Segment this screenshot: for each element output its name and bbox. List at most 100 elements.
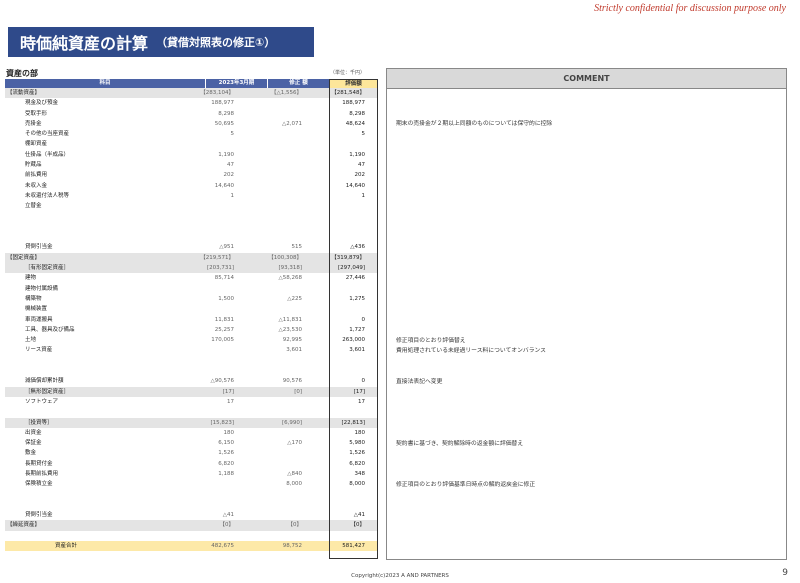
- value-2023: 482,675: [211, 543, 234, 550]
- table-row: ［有形固定資産］ [203,731] [93,318] [297,049]: [5, 263, 377, 274]
- valuation: 0: [361, 316, 366, 323]
- valuation: 0: [361, 378, 366, 385]
- table-row: 貸倒引当金 △41 △41: [5, 510, 377, 520]
- value-2023: 1,526: [218, 450, 234, 457]
- adjustment: △2,071: [282, 120, 302, 127]
- row-label: 保証金: [25, 440, 42, 447]
- value-2023: 1,188: [218, 470, 234, 477]
- table-row: 減価償却累計額 △90,576 90,576 0: [5, 376, 377, 386]
- value-2023: 1,190: [218, 151, 234, 158]
- table-row: 資産合計 482,675 98,752 581,427: [5, 541, 377, 552]
- valuation: 581,427: [342, 543, 365, 550]
- adjustment: △840: [287, 470, 302, 477]
- adjustment: [93,318]: [278, 265, 302, 272]
- table-row: 車両運搬具 11,831 △11,831 0: [5, 315, 377, 325]
- comment-text: 修正項目のとおり評価基準日時点の解約返戻金に修正: [396, 481, 536, 488]
- value-2023: 85,714: [214, 275, 234, 282]
- table-row: 貸倒引当金 △951 515 △436: [5, 242, 377, 252]
- comment-text: 直接法表記へ変更: [396, 378, 443, 385]
- adjustment: 3,601: [286, 347, 302, 354]
- table-row: [5, 232, 377, 242]
- table-row: 【流動資産】 【283,104】 【△1,556】 【281,548】: [5, 88, 377, 99]
- table-row: [5, 407, 377, 417]
- adjustment: [6,990]: [281, 419, 302, 426]
- row-label: 敷金: [25, 450, 37, 457]
- table-header: 科目 2023年3月期 修正 額 評価額: [5, 79, 378, 88]
- value-2023: 【283,104】: [200, 90, 234, 96]
- valuation: 【319,879】: [331, 254, 365, 261]
- value-2023: 6,150: [218, 440, 234, 447]
- adjustment: 【100,308】: [268, 254, 302, 261]
- value-2023: 5: [230, 131, 235, 138]
- row-label: 貯蔵品: [25, 162, 42, 169]
- table-row: その他の当座資産 5 5: [5, 129, 377, 139]
- page-subtitle: （貸借対照表の修正①）: [156, 36, 276, 49]
- valuation: 【281,548】: [331, 90, 365, 96]
- value-2023: 6,820: [218, 460, 234, 467]
- row-label: 貸倒引当金: [25, 244, 53, 251]
- table-row: [5, 212, 377, 222]
- table-row: 工具、器具及び備品 25,257 △23,530 1,727: [5, 325, 377, 335]
- row-label: 建物付属設備: [25, 285, 59, 292]
- valuation: 27,446: [345, 275, 365, 282]
- table-row: [5, 500, 377, 510]
- table-row: [5, 356, 377, 366]
- header-col3: 評価額: [329, 79, 378, 88]
- adjustment: 【0】: [287, 522, 303, 529]
- row-label: 【固定資産】: [7, 254, 41, 261]
- row-label: 建物: [25, 275, 37, 282]
- row-label: 【流動資産】: [7, 90, 41, 96]
- table-row: 保険積立金 8,000 8,000: [5, 479, 377, 489]
- value-2023: [17]: [222, 388, 234, 395]
- value-2023: 50,695: [214, 120, 234, 127]
- table-row: 棚卸資産: [5, 139, 377, 149]
- row-label: 長期貸付金: [25, 460, 53, 467]
- valuation: [297,049]: [337, 265, 365, 272]
- table-body: 【流動資産】 【283,104】 【△1,556】 【281,548】 現金及び預金 18…: [5, 88, 377, 552]
- adjustment: 8,000: [286, 481, 302, 488]
- adjustment: 98,752: [282, 543, 302, 550]
- comment-text: 期末の売掛金が２期以上同額のものについては保守的に控除: [396, 121, 553, 128]
- value-2023: 188,977: [211, 100, 234, 107]
- table-row: 受取手形 8,298 8,298: [5, 109, 377, 119]
- row-label: 【繰延資産】: [7, 522, 41, 529]
- row-label: ソフトウェア: [25, 398, 59, 405]
- value-2023: △951: [219, 244, 234, 251]
- table-row: 【固定資産】 【219,571】 【100,308】 【319,879】: [5, 252, 377, 264]
- table-row: 長期前払費用 1,188 △840 348: [5, 469, 377, 479]
- row-label: 未収入金: [25, 182, 48, 189]
- row-label: 棚卸資産: [25, 141, 48, 148]
- valuation: 8,000: [349, 481, 365, 488]
- valuation: 5: [361, 131, 366, 138]
- header-col1: 2023年3月期: [206, 79, 267, 88]
- table-row: ［無形固定資産］ [17] [0] [17]: [5, 386, 377, 397]
- adjustment: 92,995: [282, 337, 302, 344]
- valuation: 180: [354, 429, 366, 436]
- value-2023: 1,500: [218, 295, 234, 302]
- value-2023: [203,731]: [206, 265, 234, 272]
- row-label: リース資産: [25, 347, 53, 354]
- adjustment: [0]: [294, 388, 302, 395]
- row-label: ［有形固定資産］: [25, 265, 70, 272]
- table-row: 売掛金 50,695 △2,071 48,624: [5, 119, 377, 129]
- row-label: 貸倒引当金: [25, 512, 53, 519]
- row-label: 受取手形: [25, 110, 48, 117]
- page-title: 時価純資産の計算: [20, 34, 149, 53]
- row-label: 保険積立金: [25, 481, 53, 488]
- table-row: 仕掛品（半成品） 1,190 1,190: [5, 150, 377, 160]
- valuation: 1,727: [349, 326, 365, 333]
- valuation: 14,640: [345, 182, 365, 189]
- value-2023: 25,257: [214, 326, 234, 333]
- table-row: 構築物 1,500 △225 1,275: [5, 294, 377, 304]
- row-label: 立替金: [25, 203, 42, 210]
- table-row: 土地 170,005 92,995 263,000: [5, 335, 377, 345]
- adjustment: △58,268: [278, 275, 302, 282]
- row-label: 資産合計: [55, 543, 78, 550]
- table-row: 敷金 1,526 1,526: [5, 448, 377, 458]
- row-label: 車両運搬具: [25, 316, 53, 323]
- valuation: 8,298: [349, 110, 365, 117]
- adjustment: 90,576: [282, 378, 302, 385]
- table-row: リース資産 3,601 3,601: [5, 345, 377, 355]
- header-col2: 修正 額: [268, 79, 329, 88]
- row-label: 出資金: [25, 429, 42, 436]
